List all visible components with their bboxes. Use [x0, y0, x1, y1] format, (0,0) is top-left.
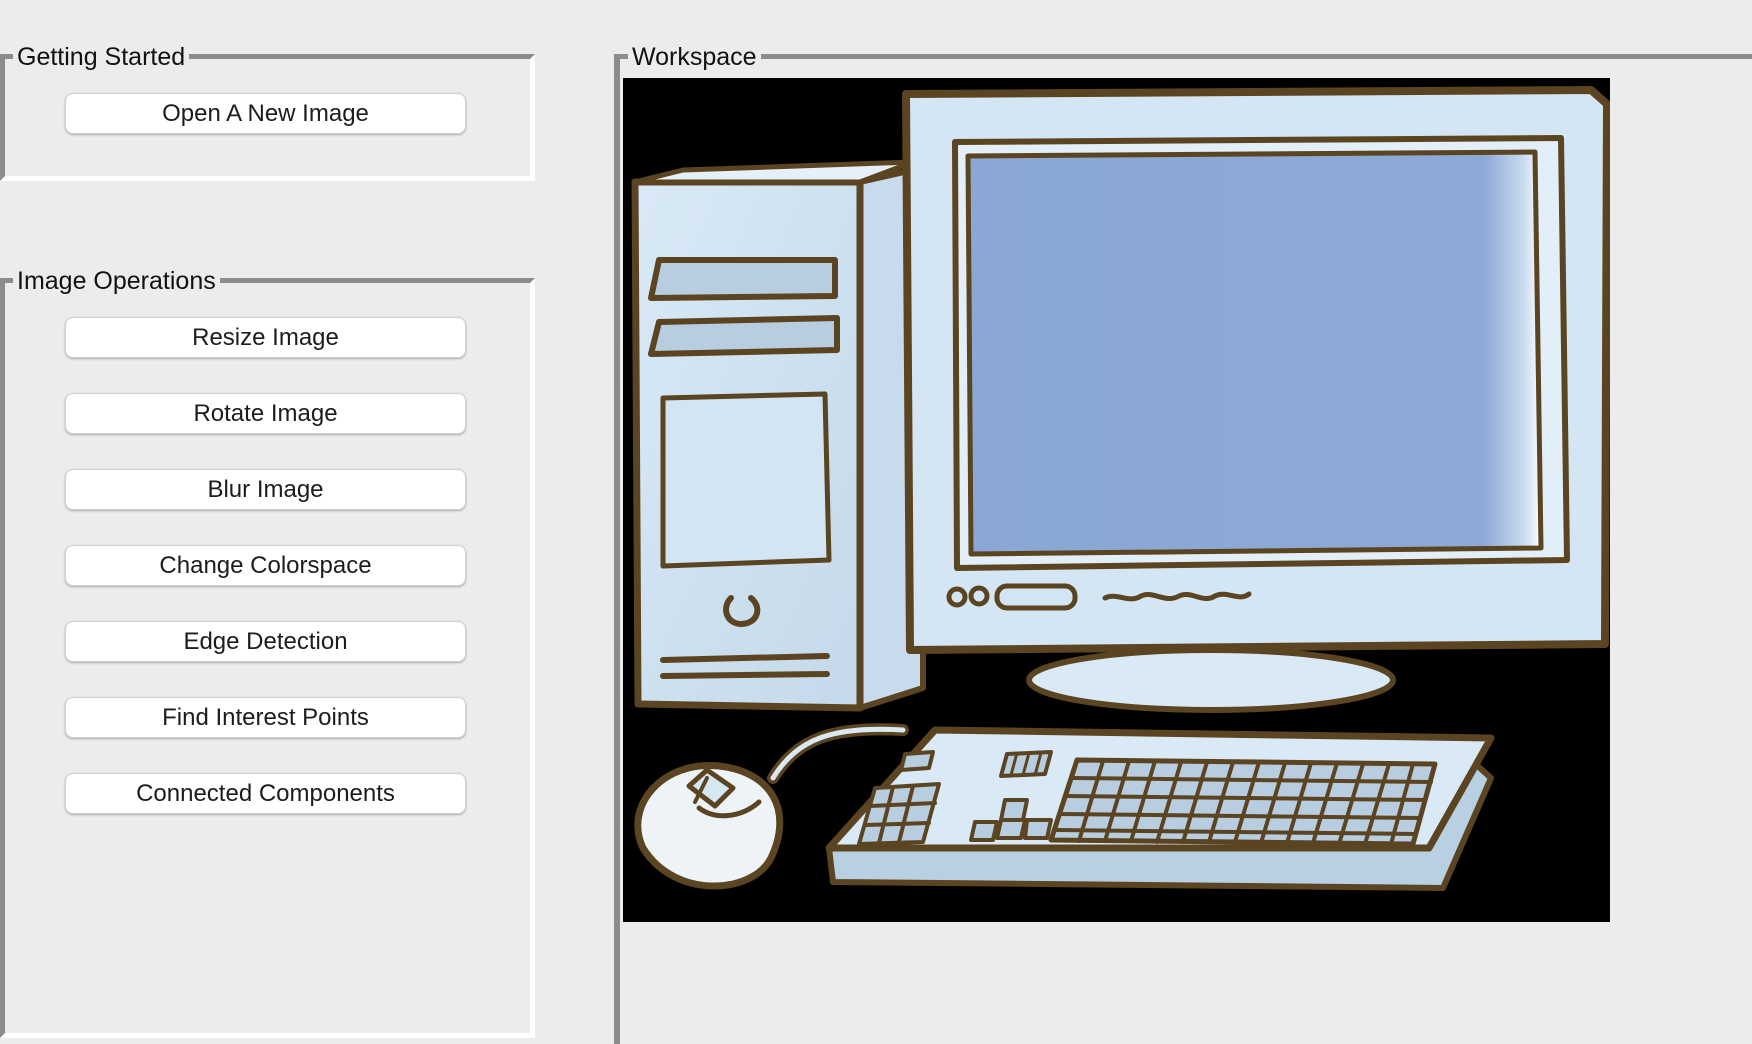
workspace-image: [623, 78, 1610, 922]
connected-components-button[interactable]: Connected Components: [65, 773, 466, 814]
getting-started-title: Getting Started: [13, 43, 190, 71]
resize-image-button[interactable]: Resize Image: [65, 317, 466, 358]
edge-detection-button[interactable]: Edge Detection: [65, 621, 466, 662]
rotate-image-button[interactable]: Rotate Image: [65, 393, 466, 434]
image-operations-title: Image Operations: [13, 267, 220, 295]
find-interest-points-button[interactable]: Find Interest Points: [65, 697, 466, 738]
change-colorspace-button[interactable]: Change Colorspace: [65, 545, 466, 586]
desktop-computer-illustration: [631, 86, 1610, 891]
workspace-title: Workspace: [628, 43, 761, 71]
blur-image-button[interactable]: Blur Image: [65, 469, 466, 510]
open-new-image-button[interactable]: Open A New Image: [65, 93, 466, 134]
